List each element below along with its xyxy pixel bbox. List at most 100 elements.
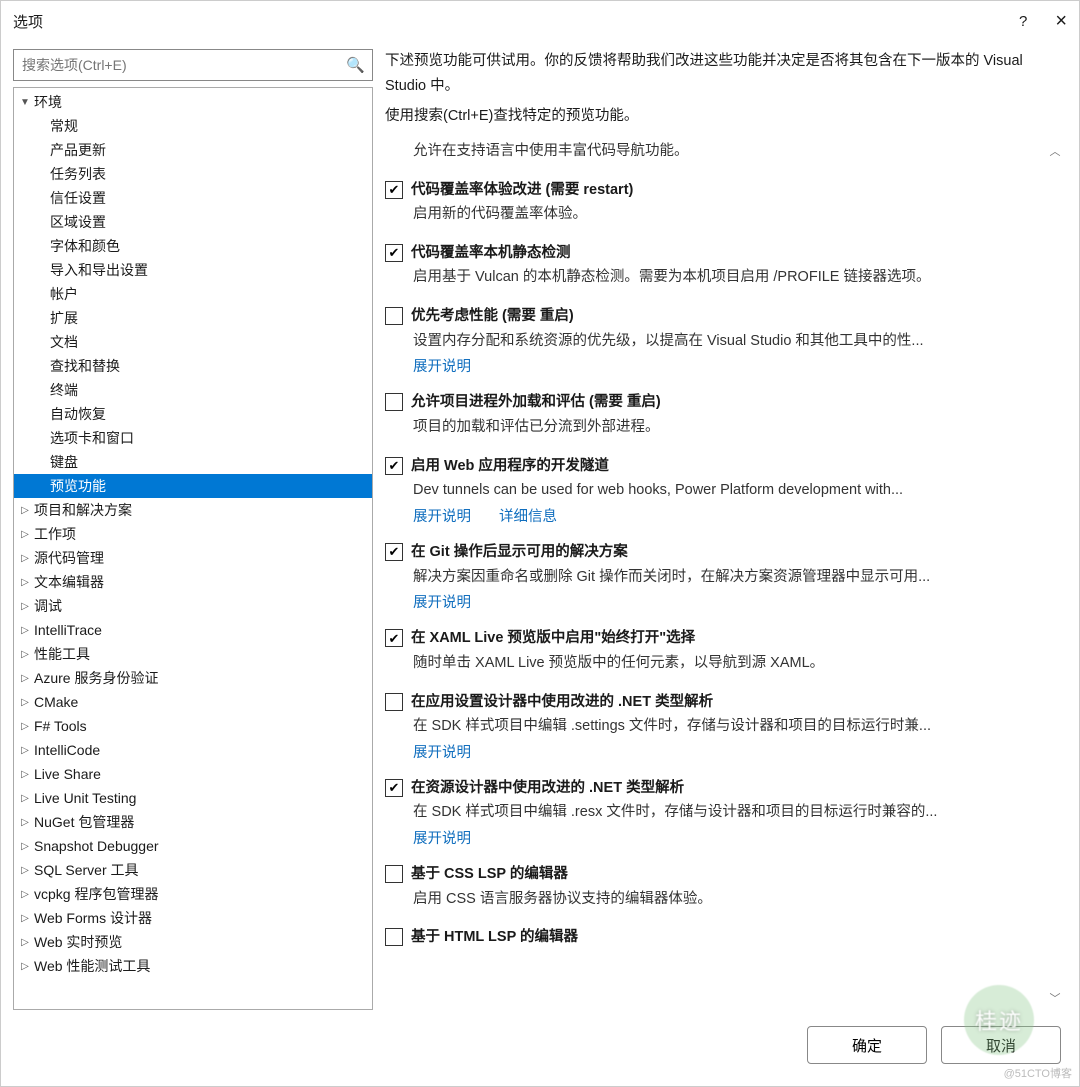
scroll-indicator[interactable]: ︿ ﹀ xyxy=(1043,139,1067,1010)
tree-item[interactable]: ▷IntelliTrace xyxy=(14,618,372,642)
tree-item[interactable]: 常规 xyxy=(14,114,372,138)
feature-checkbox[interactable] xyxy=(385,865,403,883)
chevron-right-icon[interactable]: ▷ xyxy=(18,745,32,756)
chevron-right-icon[interactable]: ▷ xyxy=(18,553,32,564)
tree-item[interactable]: ▷Azure 服务身份验证 xyxy=(14,666,372,690)
chevron-right-icon[interactable]: ▷ xyxy=(18,505,32,516)
expand-link[interactable]: 展开说明 xyxy=(413,505,471,526)
tree-item-label: 终端 xyxy=(48,380,78,400)
scroll-up-icon[interactable]: ︿ xyxy=(1050,143,1061,159)
chevron-right-icon[interactable]: ▷ xyxy=(18,625,32,636)
tree-item[interactable]: ▷SQL Server 工具 xyxy=(14,858,372,882)
tree-item[interactable]: ▷F# Tools xyxy=(14,714,372,738)
tree-item[interactable]: 自动恢复 xyxy=(14,402,372,426)
expand-link[interactable]: 详细信息 xyxy=(499,505,557,526)
chevron-right-icon[interactable]: ▷ xyxy=(18,697,32,708)
tree-item[interactable]: 扩展 xyxy=(14,306,372,330)
feature-checkbox[interactable] xyxy=(385,693,403,711)
chevron-right-icon[interactable]: ▷ xyxy=(18,889,32,900)
tree-item[interactable]: ▷Web Forms 设计器 xyxy=(14,906,372,930)
tree-item[interactable]: ▷Web 实时预览 xyxy=(14,930,372,954)
tree-item[interactable]: 帐户 xyxy=(14,282,372,306)
feature-checkbox[interactable] xyxy=(385,779,403,797)
tree-item[interactable]: ▼环境 xyxy=(14,90,372,114)
search-input[interactable] xyxy=(13,49,373,81)
expand-link[interactable]: 展开说明 xyxy=(413,355,471,376)
feature-checkbox[interactable] xyxy=(385,393,403,411)
tree-item-label: 文本编辑器 xyxy=(32,572,104,592)
help-button[interactable]: ? xyxy=(1019,13,1027,30)
feature-title: 在 Git 操作后显示可用的解决方案 xyxy=(411,540,628,565)
feature-checkbox[interactable] xyxy=(385,181,403,199)
chevron-right-icon[interactable]: ▷ xyxy=(18,769,32,780)
tree-item[interactable]: 字体和颜色 xyxy=(14,234,372,258)
feature-description: 随时单击 XAML Live 预览版中的任何元素，以导航到源 XAML。 xyxy=(385,651,1039,676)
feature-item: 基于 CSS LSP 的编辑器启用 CSS 语言服务器协议支持的编辑器体验。 xyxy=(385,862,1039,911)
tree-item-label: 源代码管理 xyxy=(32,548,104,568)
chevron-right-icon[interactable]: ▷ xyxy=(18,529,32,540)
tree-item[interactable]: ▷调试 xyxy=(14,594,372,618)
tree-item[interactable]: 选项卡和窗口 xyxy=(14,426,372,450)
tree-item[interactable]: 区域设置 xyxy=(14,210,372,234)
options-tree[interactable]: ▼环境常规产品更新任务列表信任设置区域设置字体和颜色导入和导出设置帐户扩展文档查… xyxy=(14,88,372,1009)
expand-link[interactable]: 展开说明 xyxy=(413,741,471,762)
feature-title: 在 XAML Live 预览版中启用"始终打开"选择 xyxy=(411,626,695,651)
chevron-right-icon[interactable]: ▷ xyxy=(18,841,32,852)
chevron-right-icon[interactable]: ▷ xyxy=(18,937,32,948)
chevron-right-icon[interactable]: ▷ xyxy=(18,961,32,972)
feature-checkbox[interactable] xyxy=(385,307,403,325)
tree-item[interactable]: ▷NuGet 包管理器 xyxy=(14,810,372,834)
feature-checkbox[interactable] xyxy=(385,629,403,647)
tree-item[interactable]: 查找和替换 xyxy=(14,354,372,378)
chevron-right-icon[interactable]: ▷ xyxy=(18,577,32,588)
close-button[interactable]: × xyxy=(1055,10,1067,33)
tree-item[interactable]: ▷工作项 xyxy=(14,522,372,546)
search-icon: 🔍 xyxy=(346,56,365,74)
feature-title: 在资源设计器中使用改进的 .NET 类型解析 xyxy=(411,776,684,801)
feature-item: 启用 Web 应用程序的开发隧道Dev tunnels can be used … xyxy=(385,454,1039,526)
tree-item[interactable]: ▷Snapshot Debugger xyxy=(14,834,372,858)
tree-item[interactable]: ▷IntelliCode xyxy=(14,738,372,762)
tree-item[interactable]: ▷性能工具 xyxy=(14,642,372,666)
tree-item[interactable]: ▷CMake xyxy=(14,690,372,714)
tree-item[interactable]: ▷文本编辑器 xyxy=(14,570,372,594)
tree-item-label: Web 实时预览 xyxy=(32,932,122,952)
feature-checkbox[interactable] xyxy=(385,928,403,946)
chevron-right-icon[interactable]: ▷ xyxy=(18,601,32,612)
chevron-right-icon[interactable]: ▷ xyxy=(18,649,32,660)
feature-checkbox[interactable] xyxy=(385,543,403,561)
cancel-button[interactable]: 取消 xyxy=(941,1026,1061,1064)
chevron-right-icon[interactable]: ▷ xyxy=(18,865,32,876)
chevron-right-icon[interactable]: ▷ xyxy=(18,913,32,924)
tree-item[interactable]: ▷vcpkg 程序包管理器 xyxy=(14,882,372,906)
tree-item[interactable]: ▷Live Unit Testing xyxy=(14,786,372,810)
tree-item[interactable]: ▷项目和解决方案 xyxy=(14,498,372,522)
tree-item[interactable]: 任务列表 xyxy=(14,162,372,186)
tree-item[interactable]: 文档 xyxy=(14,330,372,354)
window-title: 选项 xyxy=(13,11,43,32)
tree-item[interactable]: 产品更新 xyxy=(14,138,372,162)
tree-item[interactable]: 导入和导出设置 xyxy=(14,258,372,282)
tree-item[interactable]: ▷源代码管理 xyxy=(14,546,372,570)
chevron-right-icon[interactable]: ▷ xyxy=(18,721,32,732)
tree-item[interactable]: ▷Live Share xyxy=(14,762,372,786)
tree-item[interactable]: ▷Web 性能测试工具 xyxy=(14,954,372,978)
ok-button[interactable]: 确定 xyxy=(807,1026,927,1064)
tree-item[interactable]: 预览功能 xyxy=(14,474,372,498)
chevron-right-icon[interactable]: ▷ xyxy=(18,793,32,804)
chevron-down-icon[interactable]: ▼ xyxy=(18,97,32,108)
expand-link[interactable]: 展开说明 xyxy=(413,591,471,612)
tree-item[interactable]: 键盘 xyxy=(14,450,372,474)
tree-item-label: 调试 xyxy=(32,596,62,616)
expand-link[interactable]: 展开说明 xyxy=(413,827,471,848)
tree-item-label: 选项卡和窗口 xyxy=(48,428,134,448)
tree-item[interactable]: 终端 xyxy=(14,378,372,402)
scroll-down-icon[interactable]: ﹀ xyxy=(1050,990,1061,1006)
feature-item: 允许在支持语言中使用丰富代码导航功能。 xyxy=(385,139,1039,164)
feature-checkbox[interactable] xyxy=(385,457,403,475)
chevron-right-icon[interactable]: ▷ xyxy=(18,673,32,684)
feature-item: 代码覆盖率本机静态检测启用基于 Vulcan 的本机静态检测。需要为本机项目启用… xyxy=(385,241,1039,290)
chevron-right-icon[interactable]: ▷ xyxy=(18,817,32,828)
feature-checkbox[interactable] xyxy=(385,244,403,262)
tree-item[interactable]: 信任设置 xyxy=(14,186,372,210)
